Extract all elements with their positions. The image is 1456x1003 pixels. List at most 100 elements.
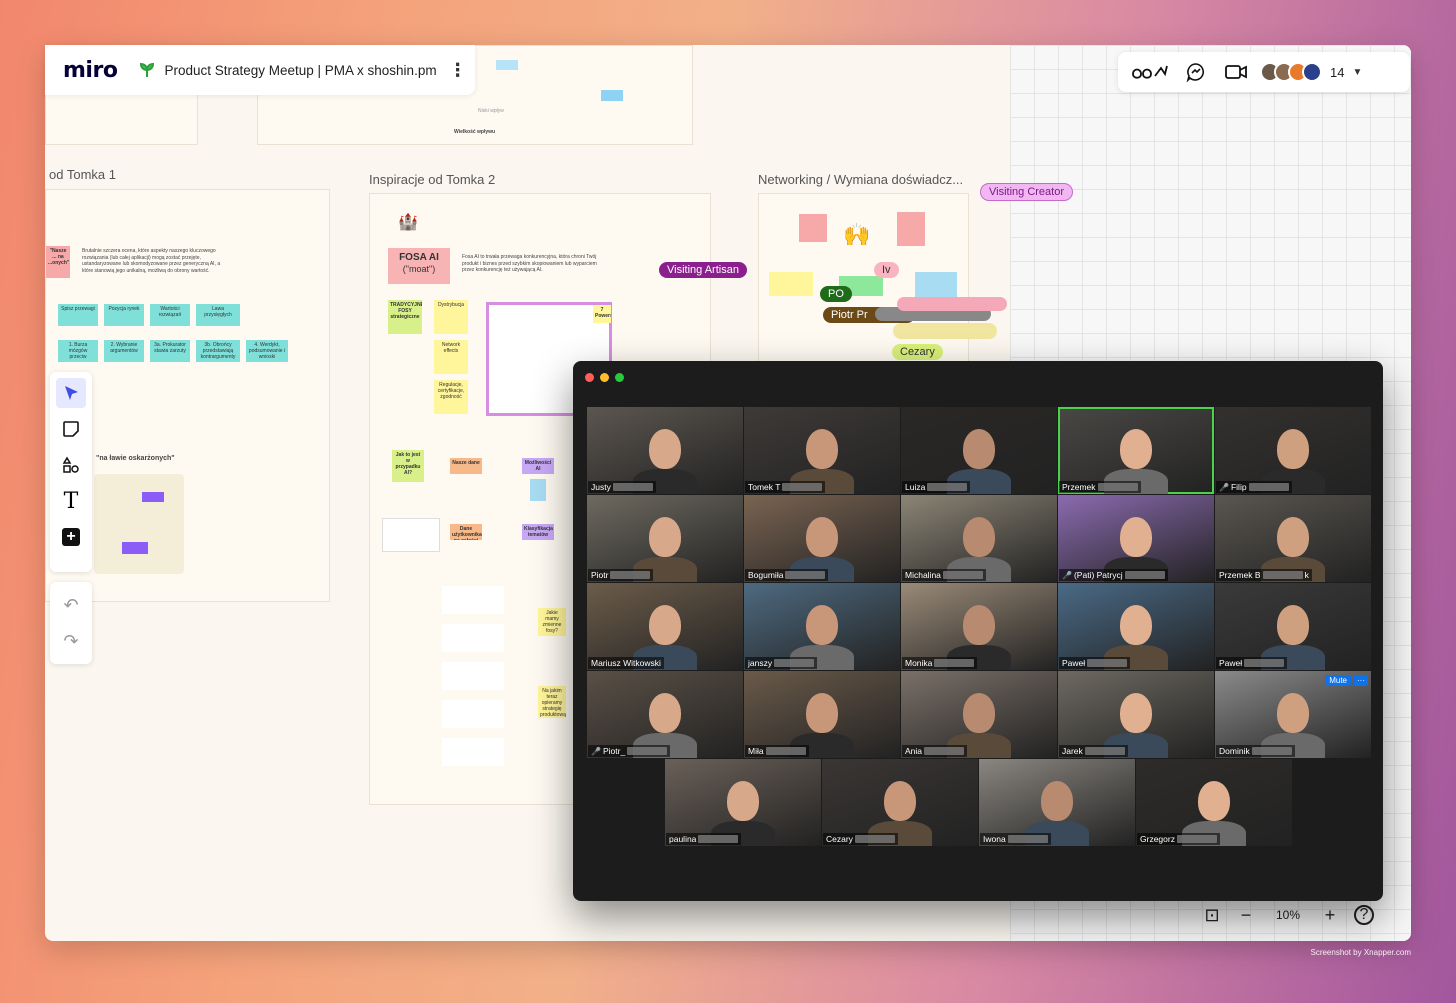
board-menu-icon[interactable]: ⋮ — [449, 60, 467, 81]
maximize-window-icon[interactable] — [615, 373, 624, 382]
participant-video-tile[interactable]: Grzegorz — [1136, 759, 1292, 846]
participant-video-tile[interactable]: Bogumiła — [744, 495, 900, 582]
teal-sticky: Lawa przysięgłych — [196, 304, 240, 326]
chevron-down-icon[interactable]: ▼ — [1352, 67, 1362, 78]
miro-logo[interactable]: miro — [63, 58, 118, 83]
participant-video-tile[interactable]: Iwona — [979, 759, 1135, 846]
participant-face — [806, 693, 838, 733]
powers-note: 7 Powers — [593, 305, 611, 323]
participant-video-tile[interactable]: janszy — [744, 583, 900, 670]
sticky-note-tool-icon[interactable] — [56, 414, 86, 444]
fit-to-screen-icon[interactable]: ⊡ — [1195, 905, 1229, 926]
collaboration-bar: 14 ▼ — [1118, 52, 1410, 92]
redacted-surname — [927, 483, 968, 491]
video-call-window[interactable]: Justy Tomek T Luiza Przemek 🎤 Filip Piotr Bogum… — [573, 361, 1383, 901]
participant-video-tile[interactable]: Jarek — [1058, 671, 1214, 758]
frame1-intro: Brutalnie szczera ocena, które aspekty n… — [82, 248, 221, 274]
more-options-button[interactable]: ··· — [1354, 675, 1368, 686]
participant-video-tile[interactable]: Michalina — [901, 495, 1057, 582]
fosa-card: FOSA AI ("moat") — [388, 248, 450, 284]
text-tool-icon[interactable]: T — [56, 486, 86, 516]
teal-sticky: 3a. Prokurator stawia zarzuty — [150, 340, 190, 362]
zoom-in-icon[interactable]: + — [1313, 905, 1347, 926]
participant-name: Tomek T — [748, 482, 781, 492]
participant-name: paulina — [669, 834, 697, 844]
participant-face — [806, 605, 838, 645]
participant-name: Luiza — [905, 482, 926, 492]
yellow-sticky-cluster — [94, 474, 184, 574]
zoom-out-icon[interactable]: − — [1229, 905, 1263, 926]
shapes-tool-icon[interactable] — [56, 450, 86, 480]
participant-name: Piotr_ — [602, 746, 626, 756]
help-icon[interactable]: ? — [1354, 905, 1374, 925]
participant-video-tile[interactable]: Tomek T — [744, 407, 900, 494]
participant-video-tile[interactable]: Dominik Mute ··· — [1215, 671, 1371, 758]
participant-video-tile[interactable]: Miła — [744, 671, 900, 758]
participant-video-tile[interactable]: 🎤 Filip — [1215, 407, 1371, 494]
green-sticky: Jak to jest w przypadku AI? — [392, 450, 424, 482]
redacted-surname — [782, 483, 823, 491]
close-window-icon[interactable] — [585, 373, 594, 382]
redacted-surname — [1124, 571, 1165, 579]
participant-name-label: Cezary — [823, 833, 898, 845]
participant-name: Przemek B — [1219, 570, 1261, 580]
participant-face — [806, 517, 838, 557]
participant-name: Paweł — [1219, 658, 1243, 668]
participant-name: Monika — [905, 658, 933, 668]
reactions-icon[interactable] — [1130, 60, 1170, 84]
participant-name-label: 🎤 Filip — [1216, 481, 1292, 493]
redacted-surname — [1176, 835, 1217, 843]
fosa-subtitle: ("moat") — [402, 264, 436, 274]
participant-video-tile[interactable]: Ania — [901, 671, 1057, 758]
fosa-title: FOSA AI — [399, 252, 439, 263]
participant-video-tile[interactable]: Piotr — [587, 495, 743, 582]
video-call-icon[interactable] — [1222, 60, 1250, 84]
participant-video-tile[interactable]: Paweł — [1058, 583, 1214, 670]
select-tool-icon[interactable] — [56, 378, 86, 408]
redacted-surname — [774, 659, 815, 667]
avatar[interactable] — [1302, 62, 1322, 82]
chat-icon[interactable] — [1182, 60, 1210, 84]
participant-name: Miła — [748, 746, 764, 756]
participant-video-tile[interactable]: Mariusz Witkowski — [587, 583, 743, 670]
participant-video-tile[interactable]: Paweł — [1215, 583, 1371, 670]
participant-face — [1120, 605, 1152, 645]
redacted-surname — [610, 571, 651, 579]
participant-video-tile[interactable]: Luiza — [901, 407, 1057, 494]
teal-sticky: Wartości rozwiązań — [150, 304, 190, 326]
participant-count[interactable]: 14 — [1330, 65, 1344, 80]
pink-note: "Nasze ... na ...onych" — [46, 246, 70, 278]
board-title[interactable]: Product Strategy Meetup | PMA x shoshin.… — [164, 63, 436, 78]
mute-participant-button[interactable]: Mute — [1325, 675, 1351, 686]
redo-icon[interactable]: ↷ — [56, 626, 86, 656]
undo-icon[interactable]: ↶ — [56, 590, 86, 620]
minimize-window-icon[interactable] — [600, 373, 609, 382]
participant-video-tile[interactable]: Justy — [587, 407, 743, 494]
participant-name-label: paulina — [666, 833, 742, 845]
participant-name: Filip — [1230, 482, 1247, 492]
teal-sticky: Pozycja rynek — [104, 304, 144, 326]
participant-video-tile[interactable]: 🎤 (Pati) Patrycj — [1058, 495, 1214, 582]
participant-face — [1277, 517, 1309, 557]
pink-note — [799, 214, 827, 242]
participant-name-label: Miła — [745, 745, 809, 757]
participant-name: Piotr — [591, 570, 609, 580]
participant-video-tile[interactable]: paulina — [665, 759, 821, 846]
participant-video-tile[interactable]: 🎤 Piotr_ — [587, 671, 743, 758]
participant-video-tile[interactable]: Przemek — [1058, 407, 1214, 494]
participant-video-tile[interactable]: Przemek B k — [1215, 495, 1371, 582]
participant-video-tile[interactable]: Cezary — [822, 759, 978, 846]
participant-name-label: Jarek — [1059, 745, 1128, 757]
collaborator-avatars[interactable] — [1260, 62, 1322, 82]
participant-name: janszy — [748, 658, 773, 668]
zoom-level[interactable]: 10% — [1263, 908, 1313, 922]
add-more-icon[interactable]: + — [56, 522, 86, 552]
participant-video-tile[interactable]: Monika — [901, 583, 1057, 670]
redacted-surname — [627, 747, 668, 755]
participant-name-label: Justy — [588, 481, 656, 493]
participant-name-label: Przemek B k — [1216, 569, 1312, 581]
participant-name-label: Ania — [902, 745, 968, 757]
teal-sticky: 3b. Obrońcy przedstawiają kontrargumenty — [196, 340, 240, 362]
cursor-visiting-artisan: Visiting Artisan — [659, 262, 747, 278]
purple-sticky: Klasyfikacja tematów — [522, 524, 554, 540]
